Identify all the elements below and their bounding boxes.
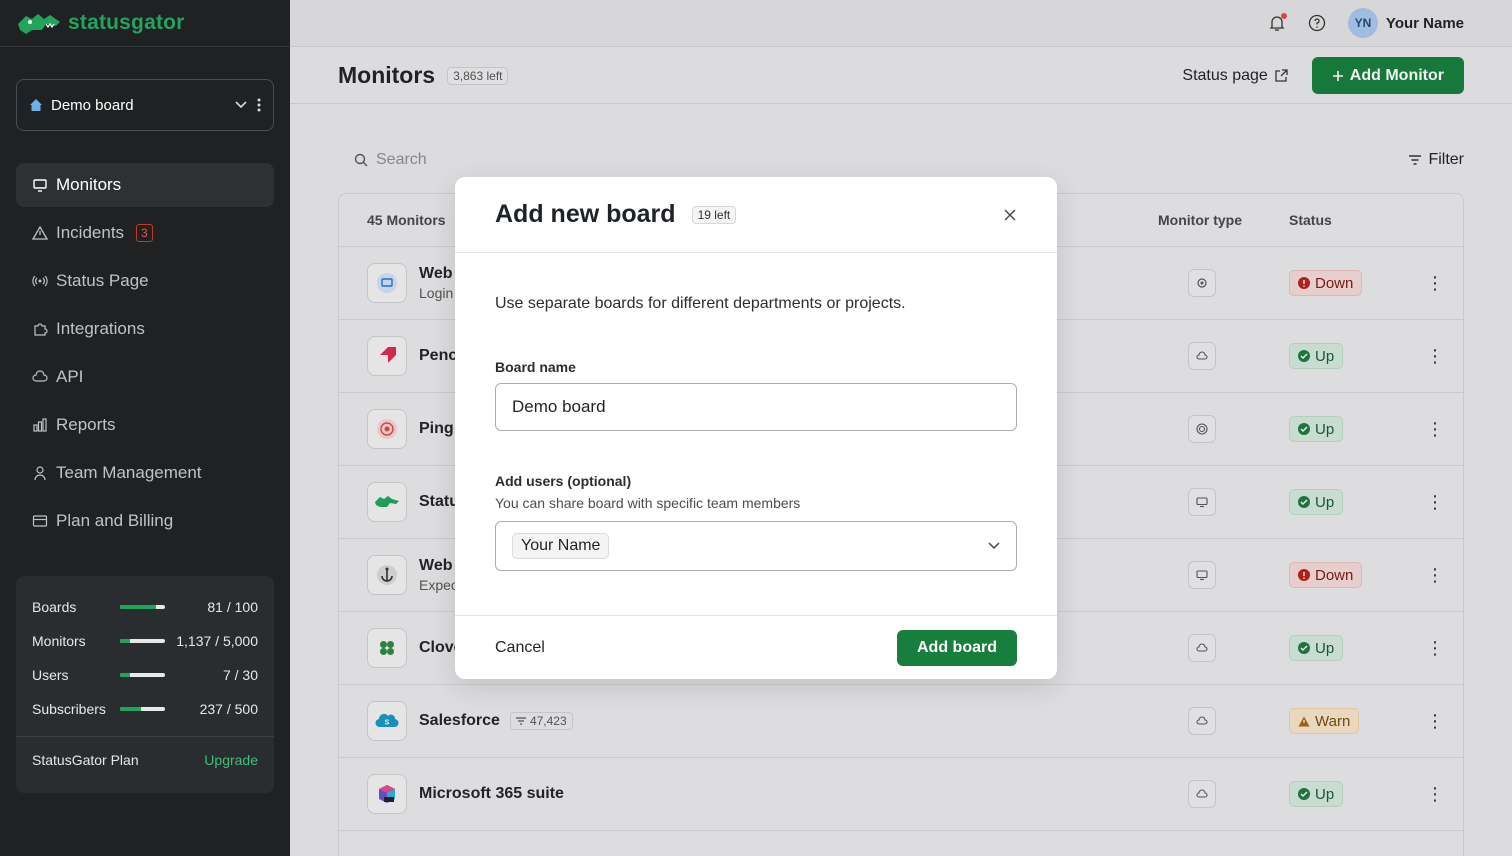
usage-value: 237 / 500	[199, 701, 258, 717]
usage-name: Subscribers	[32, 701, 106, 717]
board-name-label: Board name	[495, 359, 576, 375]
usage-bar	[120, 605, 165, 609]
modal-title: Add new board	[495, 200, 676, 228]
usage-name: Boards	[32, 599, 77, 615]
user-icon	[34, 466, 46, 481]
usage-row-users: Users 7 / 30	[32, 658, 258, 692]
sidebar-item-label: Integrations	[56, 319, 145, 338]
sidebar: statusgator Demo board Monitors Incident…	[0, 0, 290, 856]
modal-footer: Cancel Add board	[455, 615, 1057, 679]
modal-body: Use separate boards for different depart…	[455, 253, 1057, 571]
sidebar-item-team-management[interactable]: Team Management	[16, 451, 274, 495]
cancel-button[interactable]: Cancel	[495, 639, 545, 657]
sidebar-item-integrations[interactable]: Integrations	[16, 307, 274, 351]
upgrade-link[interactable]: Upgrade	[204, 752, 258, 768]
sidebar-item-incidents[interactable]: Incidents 3	[16, 211, 274, 255]
sidebar-item-label: Reports	[56, 415, 116, 434]
add-board-button[interactable]: Add board	[897, 629, 1017, 666]
usage-panel: Boards 81 / 100 Monitors 1,137 / 5,000 U…	[16, 576, 274, 793]
plan-row: StatusGator Plan Upgrade	[32, 737, 258, 783]
sidebar-item-label: Status Page	[56, 271, 149, 290]
kebab-menu-icon[interactable]	[257, 98, 261, 112]
card-icon	[32, 515, 48, 527]
bar-chart-icon	[33, 418, 47, 432]
board-name-input[interactable]: Demo board	[495, 383, 1017, 431]
usage-row-subscribers: Subscribers 237 / 500	[32, 692, 258, 726]
sidebar-item-plan-billing[interactable]: Plan and Billing	[16, 499, 274, 543]
add-users-help: You can share board with specific team m…	[495, 495, 801, 511]
logo[interactable]: statusgator	[0, 0, 290, 47]
sidebar-item-status-page[interactable]: Status Page	[16, 259, 274, 303]
add-board-modal: Add new board 19 left Use separate board…	[455, 177, 1057, 679]
plan-name: StatusGator Plan	[32, 752, 139, 768]
usage-name: Users	[32, 667, 69, 683]
incidents-count-badge: 3	[136, 224, 153, 242]
users-select[interactable]: Your Name	[495, 521, 1017, 571]
sidebar-item-label: Team Management	[56, 463, 202, 482]
usage-value: 1,137 / 5,000	[176, 633, 258, 649]
usage-bar	[120, 673, 165, 677]
add-users-label: Add users (optional)	[495, 473, 632, 489]
puzzle-icon	[34, 323, 48, 336]
monitor-icon	[33, 179, 47, 192]
usage-row-boards: Boards 81 / 100	[32, 590, 258, 624]
sidebar-item-label: Plan and Billing	[56, 511, 174, 530]
boards-left-badge: 19 left	[691, 205, 737, 224]
usage-bar	[120, 639, 165, 643]
cloud-icon	[32, 370, 48, 382]
sidebar-item-monitors[interactable]: Monitors	[16, 163, 274, 207]
sidebar-item-reports[interactable]: Reports	[16, 403, 274, 447]
usage-value: 81 / 100	[207, 599, 258, 615]
close-icon[interactable]	[1004, 209, 1016, 221]
gator-logo-icon	[18, 14, 60, 34]
sidebar-item-api[interactable]: API	[16, 355, 274, 399]
usage-name: Monitors	[32, 633, 86, 649]
sidebar-item-label: API	[56, 367, 84, 386]
home-icon	[30, 99, 42, 111]
chevron-down-icon[interactable]	[235, 101, 247, 109]
modal-header: Add new board 19 left	[455, 177, 1057, 253]
usage-bar	[120, 707, 165, 711]
board-selector[interactable]: Demo board	[16, 79, 274, 131]
warning-icon	[32, 225, 48, 240]
selected-user-chip[interactable]: Your Name	[512, 533, 610, 559]
logo-text: statusgator	[68, 11, 185, 34]
broadcast-icon	[32, 275, 48, 287]
sidebar-item-label: Monitors	[56, 175, 122, 194]
chevron-down-icon[interactable]	[988, 542, 1000, 550]
modal-description: Use separate boards for different depart…	[495, 295, 906, 312]
usage-row-monitors: Monitors 1,137 / 5,000	[32, 624, 258, 658]
sidebar-item-label: Incidents	[56, 223, 125, 242]
usage-value: 7 / 30	[222, 667, 258, 683]
board-name: Demo board	[51, 96, 134, 114]
sidebar-nav: Monitors Incidents 3 Status Page Integra…	[16, 163, 274, 547]
